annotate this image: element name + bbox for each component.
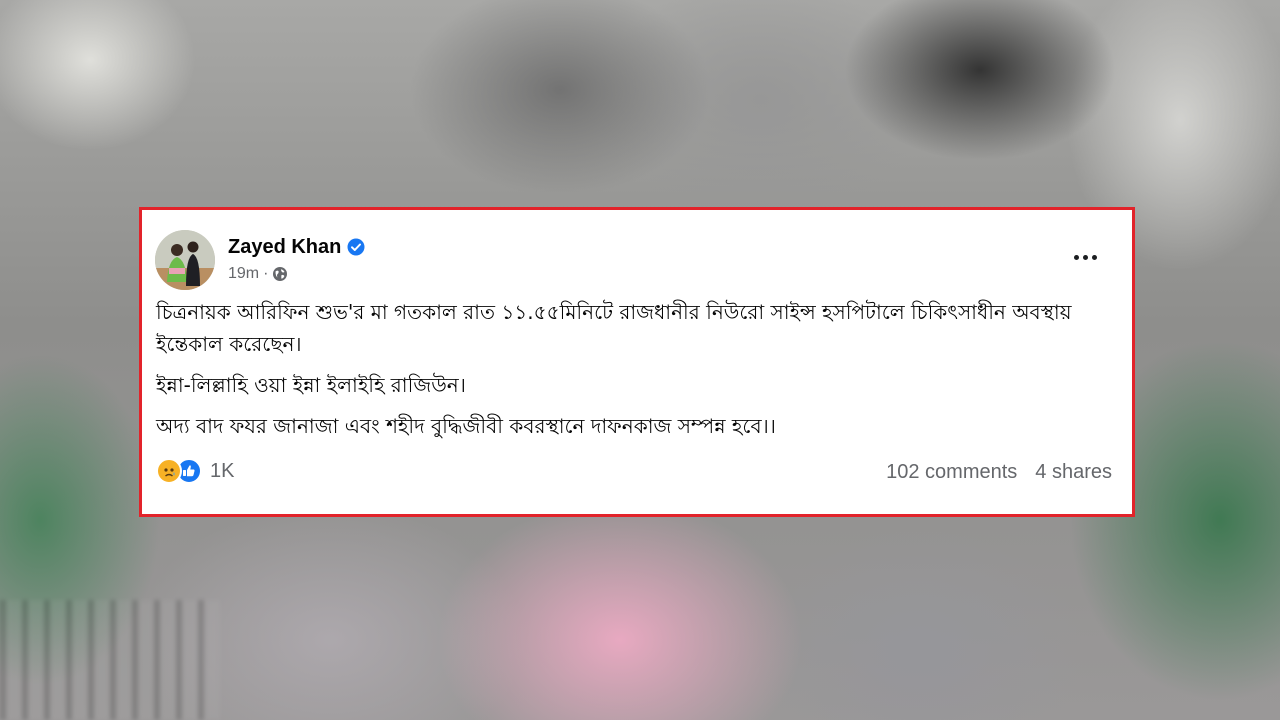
meta-separator: · [263,265,269,282]
post-paragraph: ইন্না-লিল্লাহি ওয়া ইন্না ইলাইহি রাজিউন। [156,373,466,397]
post-paragraph: চিত্রনায়ক আরিফিন শুভ'র মা গতকাল রাত ১১.… [156,300,1072,356]
reaction-count: 1K [210,459,235,482]
verified-badge-icon [347,238,365,256]
author-avatar[interactable] [155,230,215,290]
post-text: চিত্রনায়ক আরিফিন শুভ'র মা গতকাল রাত ১১.… [156,296,1106,451]
more-options-icon[interactable] [1068,242,1102,272]
sad-reaction-icon [156,458,182,484]
post-timestamp[interactable]: 19m [228,265,259,283]
engagement-stats: 102 comments 4 shares [886,458,1112,486]
post-paragraph: অদ্য বাদ ফযর জানাজা এবং শহীদ বুদ্ধিজীবী … [156,414,776,438]
reaction-summary[interactable]: 1K [156,456,234,486]
facebook-post-card: Zayed Khan 19m · চিত্রনায়ক আরিফিন শুভ'র… [139,207,1135,517]
background-fence [0,600,220,720]
author-name[interactable]: Zayed Khan [228,236,341,259]
globe-icon[interactable] [272,266,288,282]
shares-count-link[interactable]: 4 shares [1035,461,1112,484]
comments-count-link[interactable]: 102 comments [886,461,1017,484]
